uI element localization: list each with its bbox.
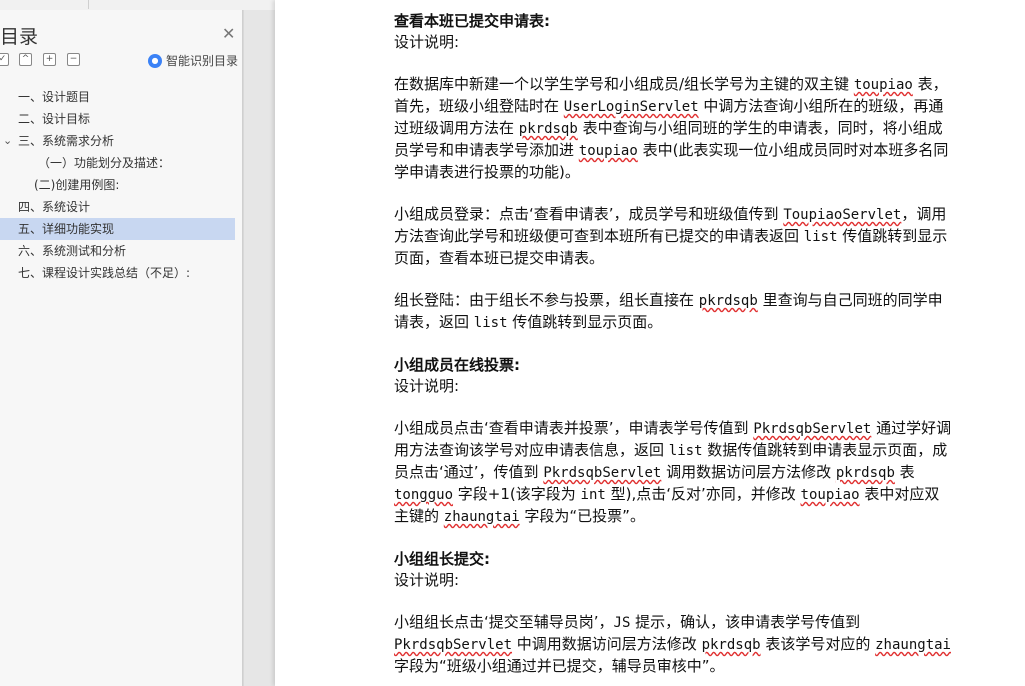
- design-note-label: 设计说明:: [394, 571, 460, 589]
- section-heading-online-vote: 小组成员在线投票:: [394, 356, 520, 374]
- page-gutter: [244, 10, 275, 686]
- code-term: pkrdsqb: [701, 637, 761, 653]
- text-run: 调用数据访问层方法修改: [661, 463, 836, 481]
- toc-item[interactable]: (二)创建用例图:: [0, 174, 235, 196]
- toc-item[interactable]: ⌄ 三、系统需求分析: [0, 130, 235, 152]
- text-run: 中调用数据访问层方法修改: [512, 635, 702, 653]
- toc-sidebar: 目录 ✕ ✓ ^ + − ● 智能识别目录 一、设计题目 二、设计目标 ⌄ 三、系统需…: [0, 10, 244, 686]
- design-note-label: 设计说明:: [394, 377, 460, 395]
- toc-item-label: 五、详细功能实现: [18, 222, 115, 236]
- section-heading-view-submitted: 查看本班已提交申请表:: [394, 12, 550, 30]
- chevron-down-icon[interactable]: ⌄: [3, 130, 12, 152]
- code-term: JS: [613, 615, 631, 631]
- expand-level-icon[interactable]: ^: [19, 53, 32, 66]
- paragraph: 小组成员登录：点击‘查看申请表’，成员学号和班级值传到 ToupiaoServl…: [394, 204, 954, 269]
- code-term: zhaungtai: [443, 509, 520, 525]
- code-term: list: [668, 443, 703, 459]
- smart-toc-button[interactable]: ● 智能识别目录: [148, 52, 238, 69]
- code-term: list: [473, 315, 508, 331]
- text-run: 小组成员登录：点击‘查看申请表’，成员学号和班级值传到: [394, 205, 784, 223]
- text-run: 型),点击‘反对’亦同，并修改: [605, 485, 801, 503]
- section-heading-leader-submit: 小组组长提交:: [394, 550, 490, 568]
- code-term: UserLoginServlet: [563, 99, 699, 115]
- code-term: tongguo: [394, 487, 454, 503]
- paragraph: 在数据库中新建一个以学生学号和小组成员/组长学号为主键的双主键 toupiao …: [394, 74, 954, 183]
- collapse-all-icon[interactable]: ✓: [0, 53, 9, 66]
- toc-item-label: (二)创建用例图:: [34, 178, 120, 192]
- paragraph: 小组成员点击‘查看申请表并投票’，申请表学号传值到 PkrdsqbServlet…: [394, 418, 954, 528]
- sidebar-title: 目录: [0, 26, 39, 48]
- code-term: pkrdsqb: [835, 465, 895, 481]
- document-page: 查看本班已提交申请表: 设计说明: 在数据库中新建一个以学生学号和小组成员/组长…: [275, 0, 1025, 686]
- text-run: 字段为“班级小组通过并已提交，辅导员审核中”。: [394, 657, 725, 675]
- toc-item-label: 六、系统测试和分析: [18, 244, 127, 258]
- text-run: 组长登陆：由于组长不参与投票，组长直接在: [394, 291, 699, 309]
- cut-off-line: [394, 0, 954, 11]
- toc-item-label: （一）功能划分及描述：: [38, 156, 171, 170]
- code-term: toupiao: [800, 487, 860, 503]
- code-term: pkrdsqb: [698, 293, 758, 309]
- paragraph: 小组组长点击‘提交至辅导员岗’，JS 提示，确认，该申请表学号传值到 Pkrds…: [394, 612, 954, 677]
- add-heading-icon[interactable]: +: [43, 53, 56, 66]
- toc-item[interactable]: 一、设计题目: [0, 86, 235, 108]
- remove-heading-icon[interactable]: −: [67, 53, 80, 66]
- smart-toc-icon: ●: [148, 53, 162, 68]
- code-term: int: [580, 487, 606, 503]
- text-run: 表该学号对应的: [760, 635, 876, 653]
- code-term: PkrdsqbServlet: [543, 465, 662, 481]
- text-run: 在数据库中新建一个以学生学号和小组成员/组长学号为主键的双主键: [394, 75, 854, 93]
- toc-item-label: 三、系统需求分析: [18, 134, 115, 148]
- text-run: 表: [894, 463, 915, 481]
- toc-item[interactable]: 六、系统测试和分析: [0, 240, 235, 262]
- design-note-label: 设计说明:: [394, 33, 460, 51]
- code-term: PkrdsqbServlet: [753, 421, 872, 437]
- toc-item-label: 七、课程设计实践总结（不足）:: [18, 266, 191, 280]
- close-icon[interactable]: ✕: [222, 24, 235, 43]
- toc-item-label: 二、设计目标: [18, 112, 91, 126]
- document-body: 查看本班已提交申请表: 设计说明: 在数据库中新建一个以学生学号和小组成员/组长…: [394, 0, 954, 677]
- toc-item-label: 一、设计题目: [18, 90, 91, 104]
- toc-item[interactable]: 七、课程设计实践总结（不足）:: [0, 262, 235, 284]
- text-run: 传值跳转到显示页面。: [507, 313, 663, 331]
- code-term: PkrdsqbServlet: [394, 637, 513, 653]
- code-term: pkrdsqb: [518, 121, 578, 137]
- text-run: 提示，确认，该申请表学号传值到: [630, 613, 861, 631]
- toc-item[interactable]: （一）功能划分及描述：: [0, 152, 235, 174]
- toolbar-divider: [88, 0, 89, 9]
- text-run: 字段为“已投票”。: [519, 507, 645, 525]
- toc-item-label: 四、系统设计: [18, 200, 91, 214]
- text-run: 字段+1(该字段为: [453, 485, 581, 503]
- text-run: 小组组长点击‘提交至辅导员岗’，: [394, 613, 614, 631]
- code-term: list: [803, 229, 838, 245]
- sidebar-scrollbar[interactable]: [242, 10, 243, 686]
- paragraph: 组长登陆：由于组长不参与投票，组长直接在 pkrdsqb 里查询与自己同班的同学…: [394, 290, 954, 334]
- code-term: toupiao: [853, 77, 913, 93]
- code-term: toupiao: [578, 143, 638, 159]
- text-run: 小组成员点击‘查看申请表并投票’，申请表学号传值到: [394, 419, 754, 437]
- toc-item[interactable]: 二、设计目标: [0, 108, 235, 130]
- smart-toc-label: 智能识别目录: [166, 54, 239, 68]
- toc-item[interactable]: 四、系统设计: [0, 196, 235, 218]
- code-term: zhaungtai: [875, 637, 951, 653]
- toc-item[interactable]: 五、详细功能实现: [0, 218, 235, 240]
- code-term: ToupiaoServlet: [783, 207, 902, 223]
